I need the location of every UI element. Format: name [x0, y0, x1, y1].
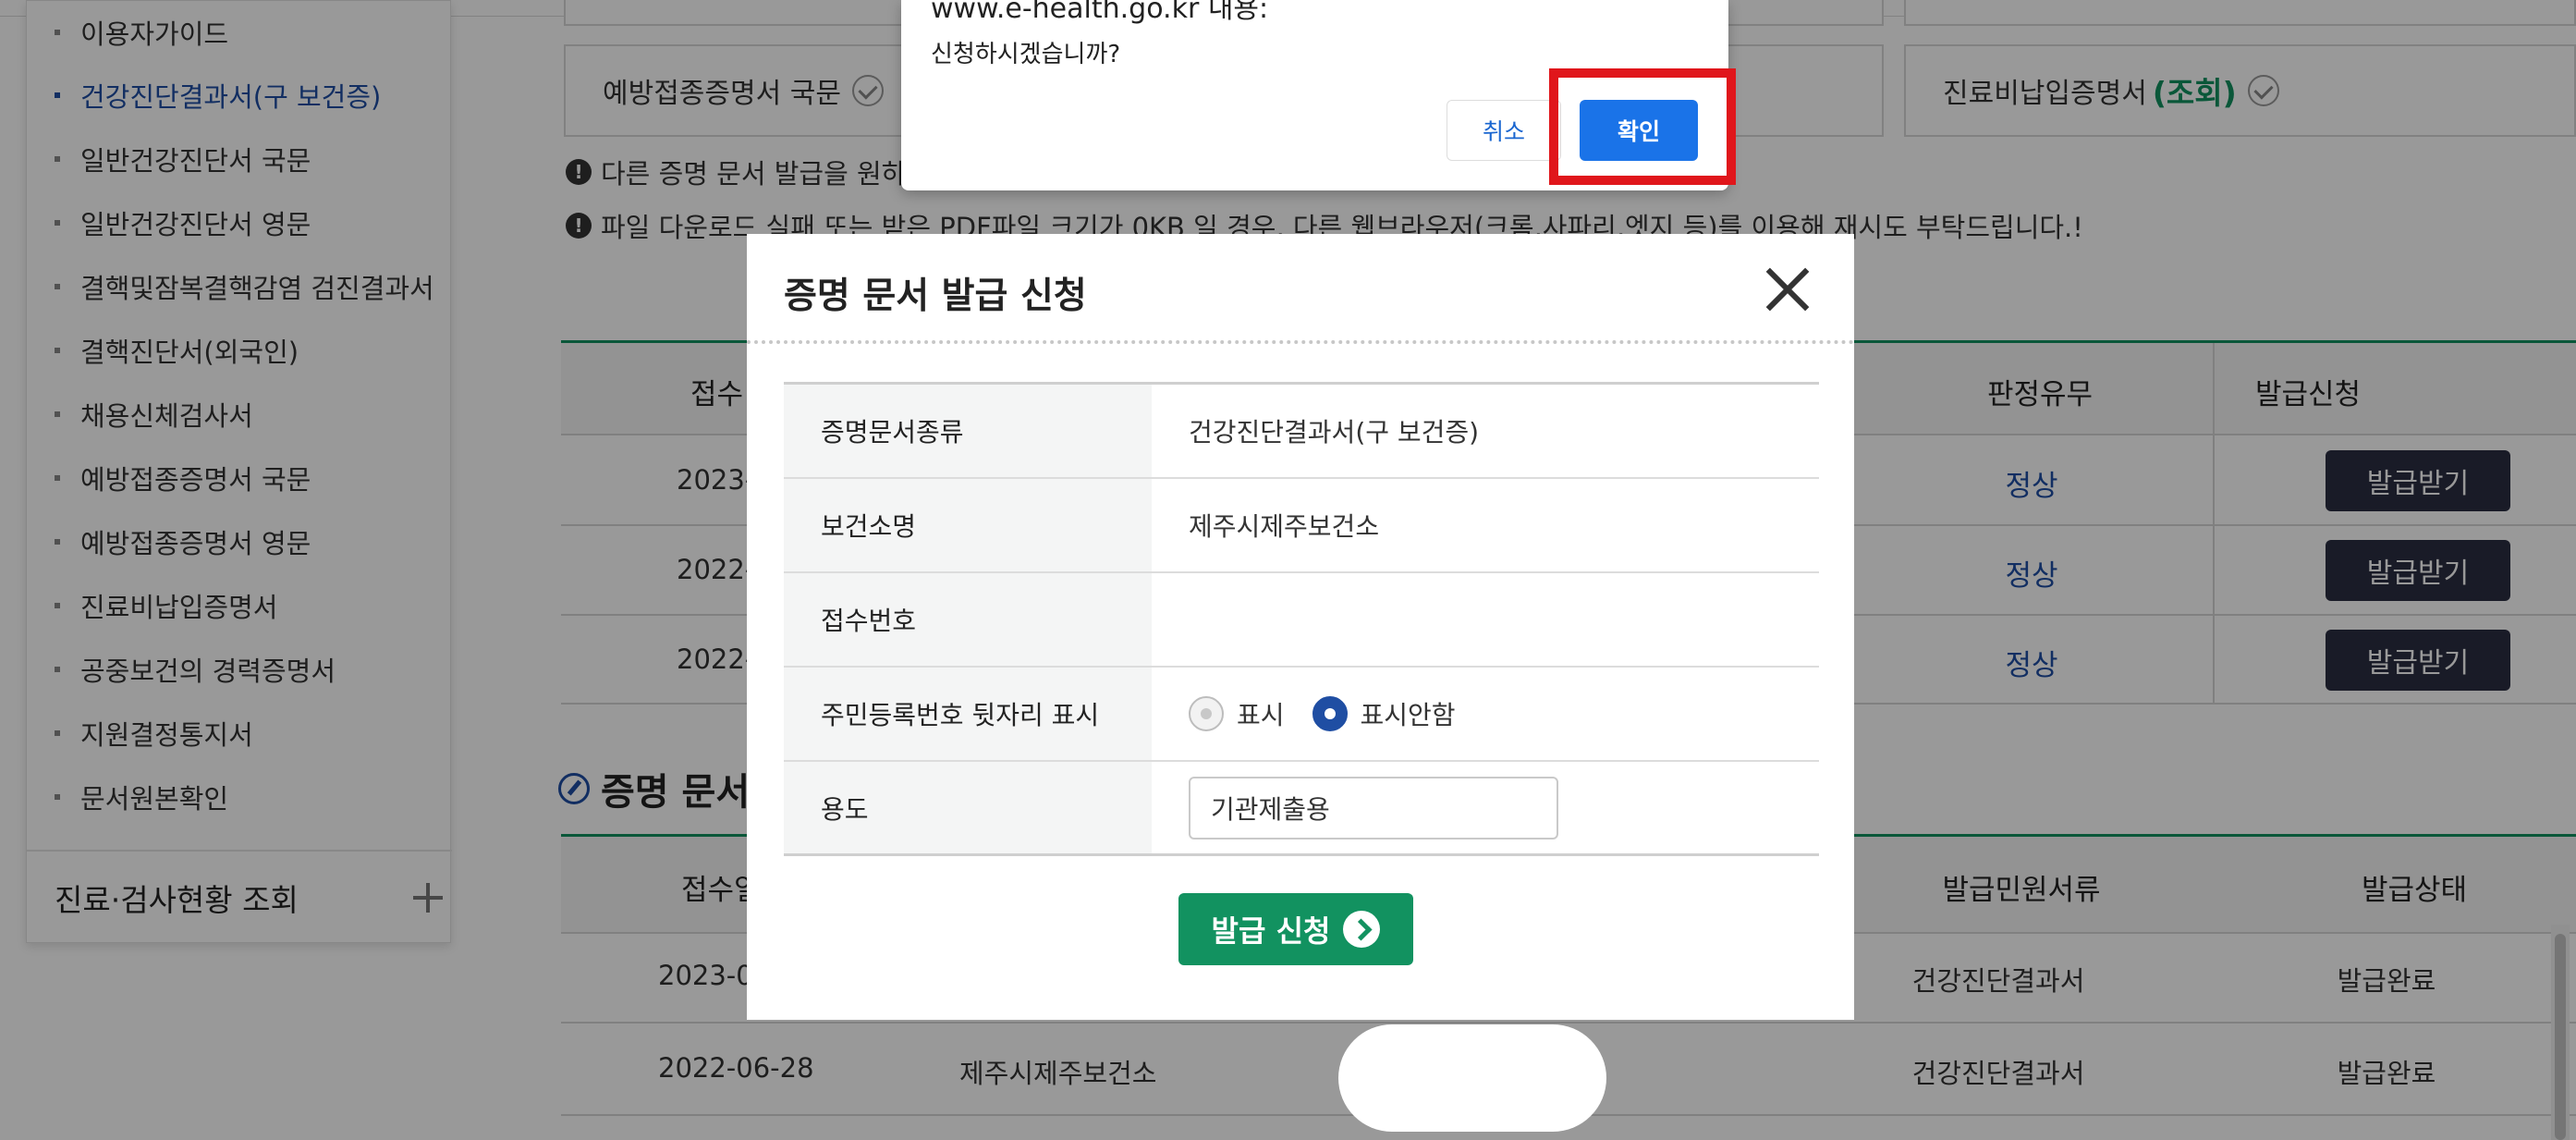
radio-show-label: 표시: [1237, 700, 1285, 730]
close-icon[interactable]: [1764, 265, 1812, 313]
form-value: 제주시제주보건소: [1189, 511, 1380, 542]
arrow-right-circle-icon: [1343, 911, 1381, 948]
redaction-blob: [1170, 586, 1410, 666]
form-row-rrn: 주민등록번호 뒷자리 표시 표시 표시안함: [784, 668, 1819, 762]
form-row-purpose: 용도: [784, 762, 1819, 856]
form-label: 증명문서종류: [784, 385, 1152, 477]
issue-submit-button[interactable]: 발급 신청: [1178, 893, 1413, 965]
radio-show[interactable]: [1189, 696, 1224, 731]
form-label: 용도: [784, 762, 1152, 853]
issue-form-table: 증명문서종류 건강진단결과서(구 보건증) 보건소명 제주시제주보건소 접수번호…: [784, 382, 1819, 856]
rrn-radio-group: 표시 표시안함: [1152, 668, 1819, 760]
modal-title: 증명 문서 발급 신청: [784, 276, 1087, 317]
form-row-center: 보건소명 제주시제주보건소: [784, 479, 1819, 573]
dialog-message: 신청하시겠습니까?: [931, 41, 1121, 68]
issue-submit-label: 발급 신청: [1211, 913, 1331, 949]
cancel-button[interactable]: 취소: [1447, 100, 1561, 161]
radio-hide[interactable]: [1312, 696, 1348, 731]
form-value: 건강진단결과서(구 보건증): [1189, 417, 1480, 447]
form-label: 주민등록번호 뒷자리 표시: [784, 668, 1152, 760]
form-row-doc-type: 증명문서종류 건강진단결과서(구 보건증): [784, 385, 1819, 479]
purpose-cell: [1152, 762, 1819, 853]
radio-hide-label: 표시안함: [1360, 700, 1456, 730]
form-label: 접수번호: [784, 573, 1152, 666]
modal-divider: [747, 340, 1854, 344]
form-row-receipt: 접수번호: [784, 573, 1819, 668]
dialog-origin: www.e-health.go.kr 내용:: [931, 0, 1269, 25]
highlight-annotation-box: [1549, 68, 1736, 185]
redaction-blob: [1338, 1024, 1606, 1132]
issue-request-modal: 증명 문서 발급 신청 증명문서종류 건강진단결과서(구 보건증) 보건소명 제…: [747, 234, 1854, 1020]
purpose-input[interactable]: [1189, 776, 1558, 840]
form-label: 보건소명: [784, 479, 1152, 571]
